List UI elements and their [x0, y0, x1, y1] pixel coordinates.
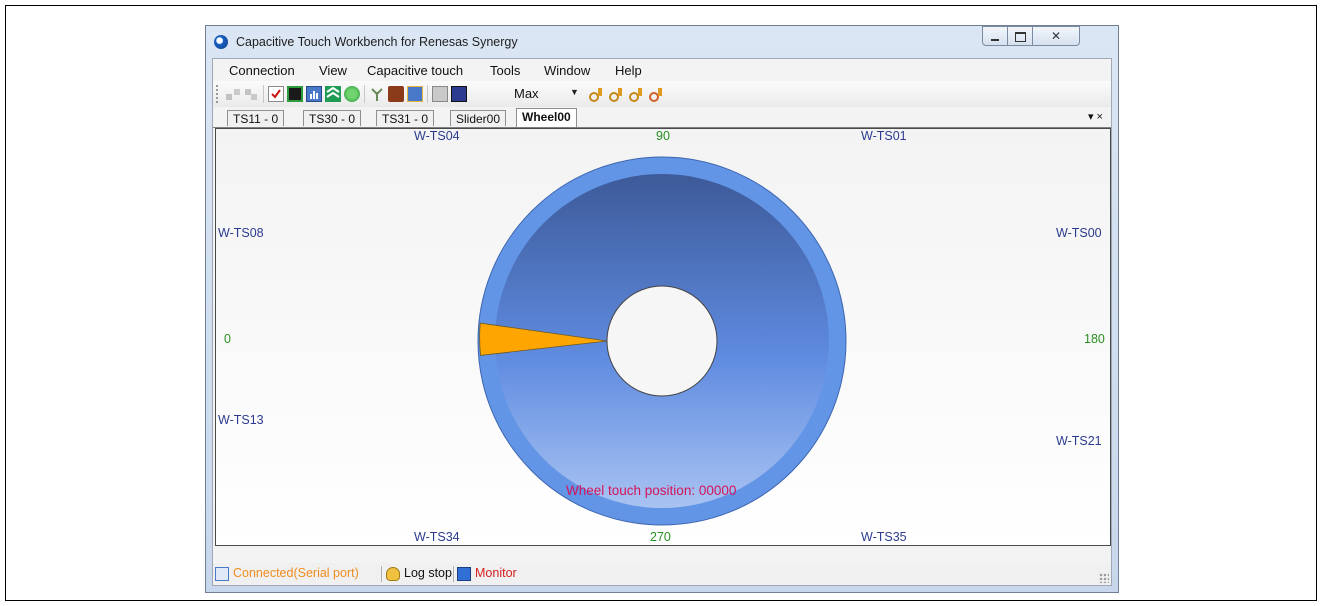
- menu-connection[interactable]: Connection: [229, 63, 295, 78]
- tab-slider00[interactable]: Slider00: [450, 110, 507, 126]
- toolbar-separator: [364, 85, 365, 103]
- menu-help[interactable]: Help: [615, 63, 642, 78]
- degree-label-0: 0: [224, 332, 231, 346]
- zoom-select-value[interactable]: Max: [514, 86, 539, 101]
- board-icon[interactable]: [287, 86, 303, 102]
- tab-ts11[interactable]: TS11 - 0: [227, 110, 285, 126]
- book-icon[interactable]: [388, 86, 404, 102]
- network-icon: [215, 567, 229, 581]
- sensor-label-ts35: W-TS35: [861, 530, 907, 544]
- menu-bar: Connection View Capacitive touch Tools W…: [213, 59, 1111, 81]
- connect-icon[interactable]: [225, 86, 241, 102]
- probe-icon[interactable]: [609, 86, 625, 102]
- wave-icon[interactable]: [325, 86, 341, 102]
- probe-icon[interactable]: [629, 86, 645, 102]
- app-window: Capacitive Touch Workbench for Renesas S…: [205, 25, 1119, 593]
- toolbar: Max ▼: [213, 81, 1111, 108]
- status-monitor[interactable]: Monitor: [475, 566, 517, 580]
- chevron-down-icon[interactable]: ▼: [570, 87, 579, 97]
- edit-icon[interactable]: [407, 86, 423, 102]
- minimize-button[interactable]: [982, 26, 1008, 46]
- plant-icon[interactable]: [369, 86, 385, 102]
- monitor-icon: [457, 567, 471, 581]
- title-bar[interactable]: Capacitive Touch Workbench for Renesas S…: [206, 26, 1118, 58]
- globe-icon[interactable]: [344, 86, 360, 102]
- maximize-icon: [1014, 31, 1026, 42]
- sensor-label-ts00: W-TS00: [1056, 226, 1102, 240]
- toolbar-separator: [427, 85, 428, 103]
- menu-tools[interactable]: Tools: [490, 63, 520, 78]
- status-separator: [381, 566, 382, 582]
- resize-grip[interactable]: [1099, 573, 1109, 583]
- status-separator: [453, 566, 454, 582]
- document-tabs: TS11 - 0 TS30 - 0 TS31 - 0 Slider00 Whee…: [213, 107, 1111, 128]
- close-icon: ✕: [1050, 29, 1062, 43]
- status-connection[interactable]: Connected(Serial port): [233, 566, 359, 580]
- sensor-label-ts13: W-TS13: [218, 413, 264, 427]
- tab-list-close-icon[interactable]: ▾ ×: [1088, 110, 1103, 123]
- sensor-label-ts21: W-TS21: [1056, 434, 1102, 448]
- window-title: Capacitive Touch Workbench for Renesas S…: [236, 35, 518, 49]
- menu-capacitive-touch[interactable]: Capacitive touch: [367, 63, 463, 78]
- toolbar-grip[interactable]: [216, 85, 221, 103]
- probe-icon[interactable]: [649, 86, 665, 102]
- sensor-label-ts01: W-TS01: [861, 129, 907, 143]
- tab-ts31[interactable]: TS31 - 0: [376, 110, 435, 126]
- wheel-view: W-TS04 90 W-TS01 W-TS08 W-TS00 0 180 W-T…: [215, 128, 1111, 546]
- tab-ts30[interactable]: TS30 - 0: [303, 110, 362, 126]
- degree-label-270: 270: [650, 530, 671, 544]
- sensor-label-ts04: W-TS04: [414, 129, 460, 143]
- screen-off-icon[interactable]: [432, 86, 448, 102]
- check-list-icon[interactable]: [268, 86, 284, 102]
- wheel-touch-position: Wheel touch position: 00000: [566, 483, 737, 498]
- close-button[interactable]: ✕: [1032, 26, 1080, 46]
- tab-wheel00[interactable]: Wheel00: [516, 108, 577, 127]
- hand-icon: [386, 567, 400, 581]
- maximize-button[interactable]: [1007, 26, 1033, 46]
- degree-label-90: 90: [656, 129, 670, 143]
- app-logo-icon: [214, 35, 228, 49]
- probe-icon[interactable]: [589, 86, 605, 102]
- sensor-label-ts34: W-TS34: [414, 530, 460, 544]
- status-bar: Connected(Serial port) Log stop Monitor: [213, 563, 1111, 585]
- sensor-label-ts08: W-TS08: [218, 226, 264, 240]
- menu-view[interactable]: View: [319, 63, 347, 78]
- monitor-chart-icon[interactable]: [306, 86, 322, 102]
- disconnect-icon[interactable]: [243, 86, 259, 102]
- client-area: Connection View Capacitive touch Tools W…: [212, 58, 1112, 586]
- degree-label-180: 180: [1084, 332, 1105, 346]
- minimize-icon: [991, 38, 999, 41]
- screen-icon[interactable]: [451, 86, 467, 102]
- wheel-center-hole: [606, 285, 718, 397]
- toolbar-separator: [263, 85, 264, 103]
- status-log-stop[interactable]: Log stop: [404, 566, 452, 580]
- menu-window[interactable]: Window: [544, 63, 590, 78]
